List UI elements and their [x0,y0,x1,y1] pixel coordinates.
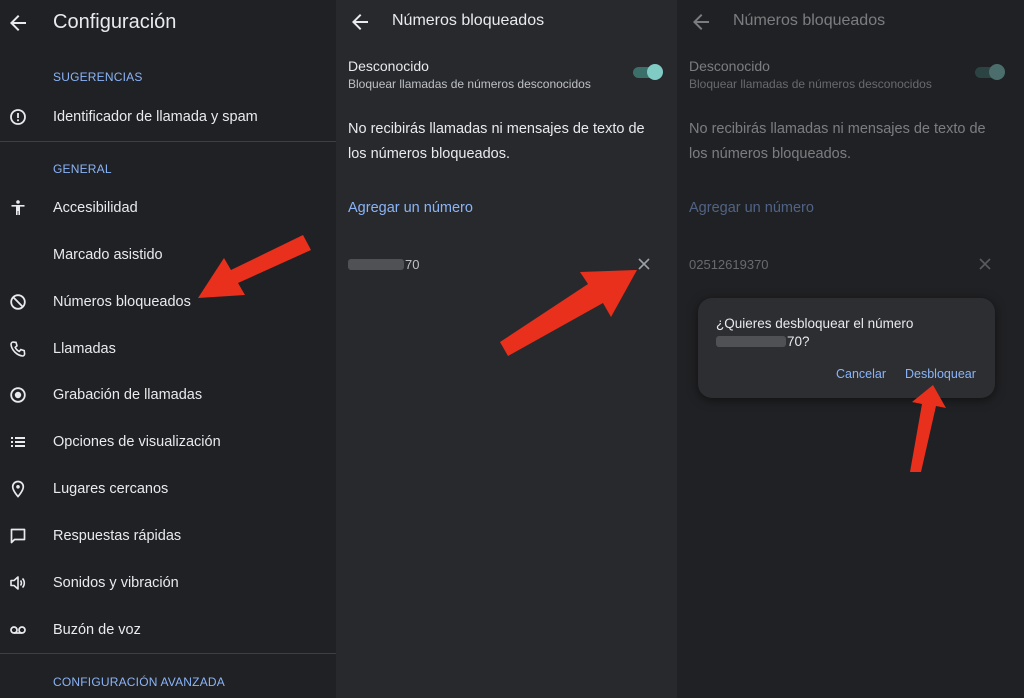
location-icon [8,479,28,499]
settings-item-label: Lugares cercanos [53,481,169,497]
settings-item-label: Buzón de voz [53,622,141,638]
blocked-number-entry: 70 [348,257,419,272]
back-arrow-icon[interactable] [348,10,372,34]
top-app-bar: Configuración [0,0,336,48]
settings-item-label: Números bloqueados [53,294,191,310]
dialog-message: ¿Quieres desbloquear el número 70? [716,315,976,351]
toggle-knob [647,64,663,80]
settings-item-quick-responses[interactable]: Respuestas rápidas [0,516,336,556]
settings-item-label: Respuestas rápidas [53,528,182,544]
back-arrow-icon[interactable] [689,10,713,34]
record-icon [8,385,28,405]
section-header-advanced: CONFIGURACIÓN AVANZADA [53,675,225,689]
settings-item-label: Accesibilidad [53,200,138,216]
settings-item-blocked-numbers[interactable]: Números bloqueados [0,282,336,322]
section-divider [0,653,336,654]
message-icon [8,526,28,546]
blocked-number-entry: 02512619370 [689,257,769,272]
settings-item-assisted-dialing[interactable]: Marcado asistido [0,235,336,275]
back-arrow-icon[interactable] [6,11,30,35]
cancel-button[interactable]: Cancelar [836,367,886,381]
settings-item-accessibility[interactable]: Accesibilidad [0,188,336,228]
top-app-bar: Números bloqueados [677,0,1024,44]
redacted-digits [716,336,786,347]
section-divider [0,141,336,142]
settings-item-label: Sonidos y vibración [53,575,179,591]
top-app-bar: Números bloqueados [336,0,677,44]
volume-icon [8,573,28,593]
blocked-numbers-screen: Números bloqueados Desconocido Bloquear … [336,0,677,698]
settings-item-label: Marcado asistido [53,247,163,263]
blocked-number-suffix: 70 [405,257,420,272]
unknown-setting-title: Desconocido [348,58,429,74]
settings-item-label: Llamadas [53,341,116,357]
section-header-suggestions: SUGERENCIAS [53,70,143,84]
unblock-button[interactable]: Desbloquear [905,367,976,381]
settings-item-label: Grabación de llamadas [53,387,203,403]
settings-screen: Configuración SUGERENCIAS Identificador … [0,0,336,698]
page-title: Configuración [53,11,177,33]
settings-item-display-options[interactable]: Opciones de visualización [0,422,336,462]
blocked-numbers-dialog-screen: Números bloqueados Desconocido Bloquear … [677,0,1024,698]
section-header-general: GENERAL [53,162,112,176]
accessibility-icon [8,198,28,218]
info-icon [8,107,28,127]
voicemail-icon [8,620,28,640]
page-title: Números bloqueados [392,12,545,29]
unblock-close-icon[interactable] [636,256,652,272]
settings-item-nearby-places[interactable]: Lugares cercanos [0,469,336,509]
redacted-digits [348,259,404,270]
block-unknown-toggle[interactable] [633,64,663,80]
dialog-question: ¿Quieres desbloquear el número [716,316,914,331]
settings-item-sounds-vibration[interactable]: Sonidos y vibración [0,563,336,603]
list-icon [8,432,28,452]
add-number-link[interactable]: Agregar un número [689,200,814,216]
unblock-dialog: ¿Quieres desbloquear el número 70? Cancel… [698,298,995,398]
settings-item-calls[interactable]: Llamadas [0,329,336,369]
blocked-info-text: No recibirás llamadas ni mensajes de tex… [689,121,986,162]
unknown-setting-subtitle: Bloquear llamadas de números desconocido… [689,77,932,91]
add-number-link[interactable]: Agregar un número [348,200,473,216]
unknown-setting-title: Desconocido [689,58,770,74]
page-title: Números bloqueados [733,12,886,29]
unknown-setting-subtitle: Bloquear llamadas de números desconocido… [348,77,591,91]
blocked-info-text: No recibirás llamadas ni mensajes de tex… [348,121,645,162]
settings-item-call-recording[interactable]: Grabación de llamadas [0,375,336,415]
block-unknown-toggle[interactable] [975,64,1005,80]
unblock-close-icon[interactable] [977,256,993,272]
settings-item-voicemail[interactable]: Buzón de voz [0,610,336,650]
toggle-knob [989,64,1005,80]
phone-icon [8,339,28,359]
dialog-number-suffix: 70? [787,334,810,349]
block-icon [8,292,28,312]
settings-item-label: Opciones de visualización [53,434,221,450]
settings-item-caller-id-spam[interactable]: Identificador de llamada y spam [0,97,336,137]
settings-item-label: Identificador de llamada y spam [53,109,258,125]
